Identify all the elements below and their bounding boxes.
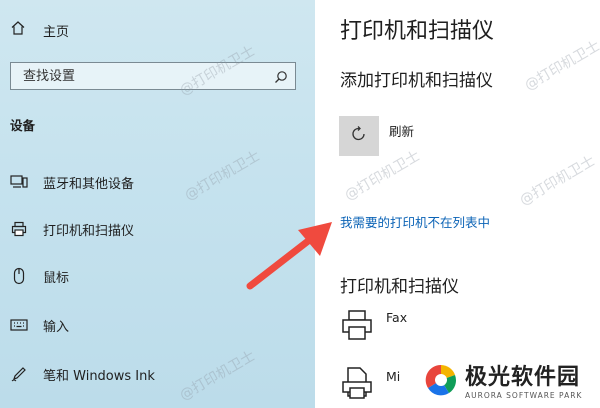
device-name-fax: Fax — [386, 310, 408, 325]
refresh-button[interactable] — [339, 116, 379, 156]
printer-icon — [10, 220, 28, 238]
settings-sidebar: 主页 设备 蓝牙和其他设备 打印机和扫描仪 鼠标 输入 — [0, 0, 315, 408]
sidebar-item-typing[interactable]: 输入 — [10, 315, 69, 335]
home-nav-item[interactable]: 主页 — [10, 20, 69, 40]
sidebar-item-label: 蓝牙和其他设备 — [43, 176, 135, 192]
sidebar-item-label: 输入 — [43, 319, 70, 335]
sidebar-item-mouse[interactable]: 鼠标 — [10, 266, 69, 286]
sidebar-item-label: 打印机和扫描仪 — [43, 223, 135, 239]
device-name-mi: Mi — [386, 369, 401, 384]
document-printer-icon[interactable] — [340, 366, 374, 400]
sidebar-item-pen[interactable]: 笔和 Windows Ink — [10, 364, 155, 384]
sidebar-item-label: 鼠标 — [43, 270, 70, 286]
search-box[interactable] — [10, 62, 296, 90]
logo-name: 极光软件园 — [465, 364, 581, 390]
refresh-label: 刷新 — [389, 124, 415, 139]
printer-not-listed-link[interactable]: 我需要的打印机不在列表中 — [340, 212, 490, 231]
home-label: 主页 — [43, 24, 70, 40]
logo-subtitle: AURORA SOFTWARE PARK — [465, 390, 583, 400]
search-icon[interactable] — [274, 69, 288, 88]
page-title: 打印机和扫描仪 — [340, 19, 495, 44]
site-logo: 极光软件园 AURORA SOFTWARE PARK — [417, 356, 600, 408]
devices-section-title: 设备 — [10, 118, 36, 133]
aurora-logo-icon — [423, 362, 459, 402]
bluetooth-devices-icon — [10, 173, 28, 191]
keyboard-icon — [10, 316, 28, 334]
home-icon — [10, 20, 26, 40]
fax-printer-icon[interactable] — [340, 308, 374, 342]
mouse-icon — [10, 267, 28, 285]
annotation-arrow — [240, 220, 340, 296]
printers-list-heading: 打印机和扫描仪 — [340, 277, 459, 297]
sidebar-item-bluetooth[interactable]: 蓝牙和其他设备 — [10, 172, 134, 192]
pen-icon — [10, 365, 28, 383]
refresh-icon — [350, 125, 368, 147]
sidebar-item-printers[interactable]: 打印机和扫描仪 — [10, 219, 134, 239]
sidebar-item-label: 笔和 Windows Ink — [43, 368, 155, 384]
add-printers-heading: 添加打印机和扫描仪 — [340, 71, 493, 91]
